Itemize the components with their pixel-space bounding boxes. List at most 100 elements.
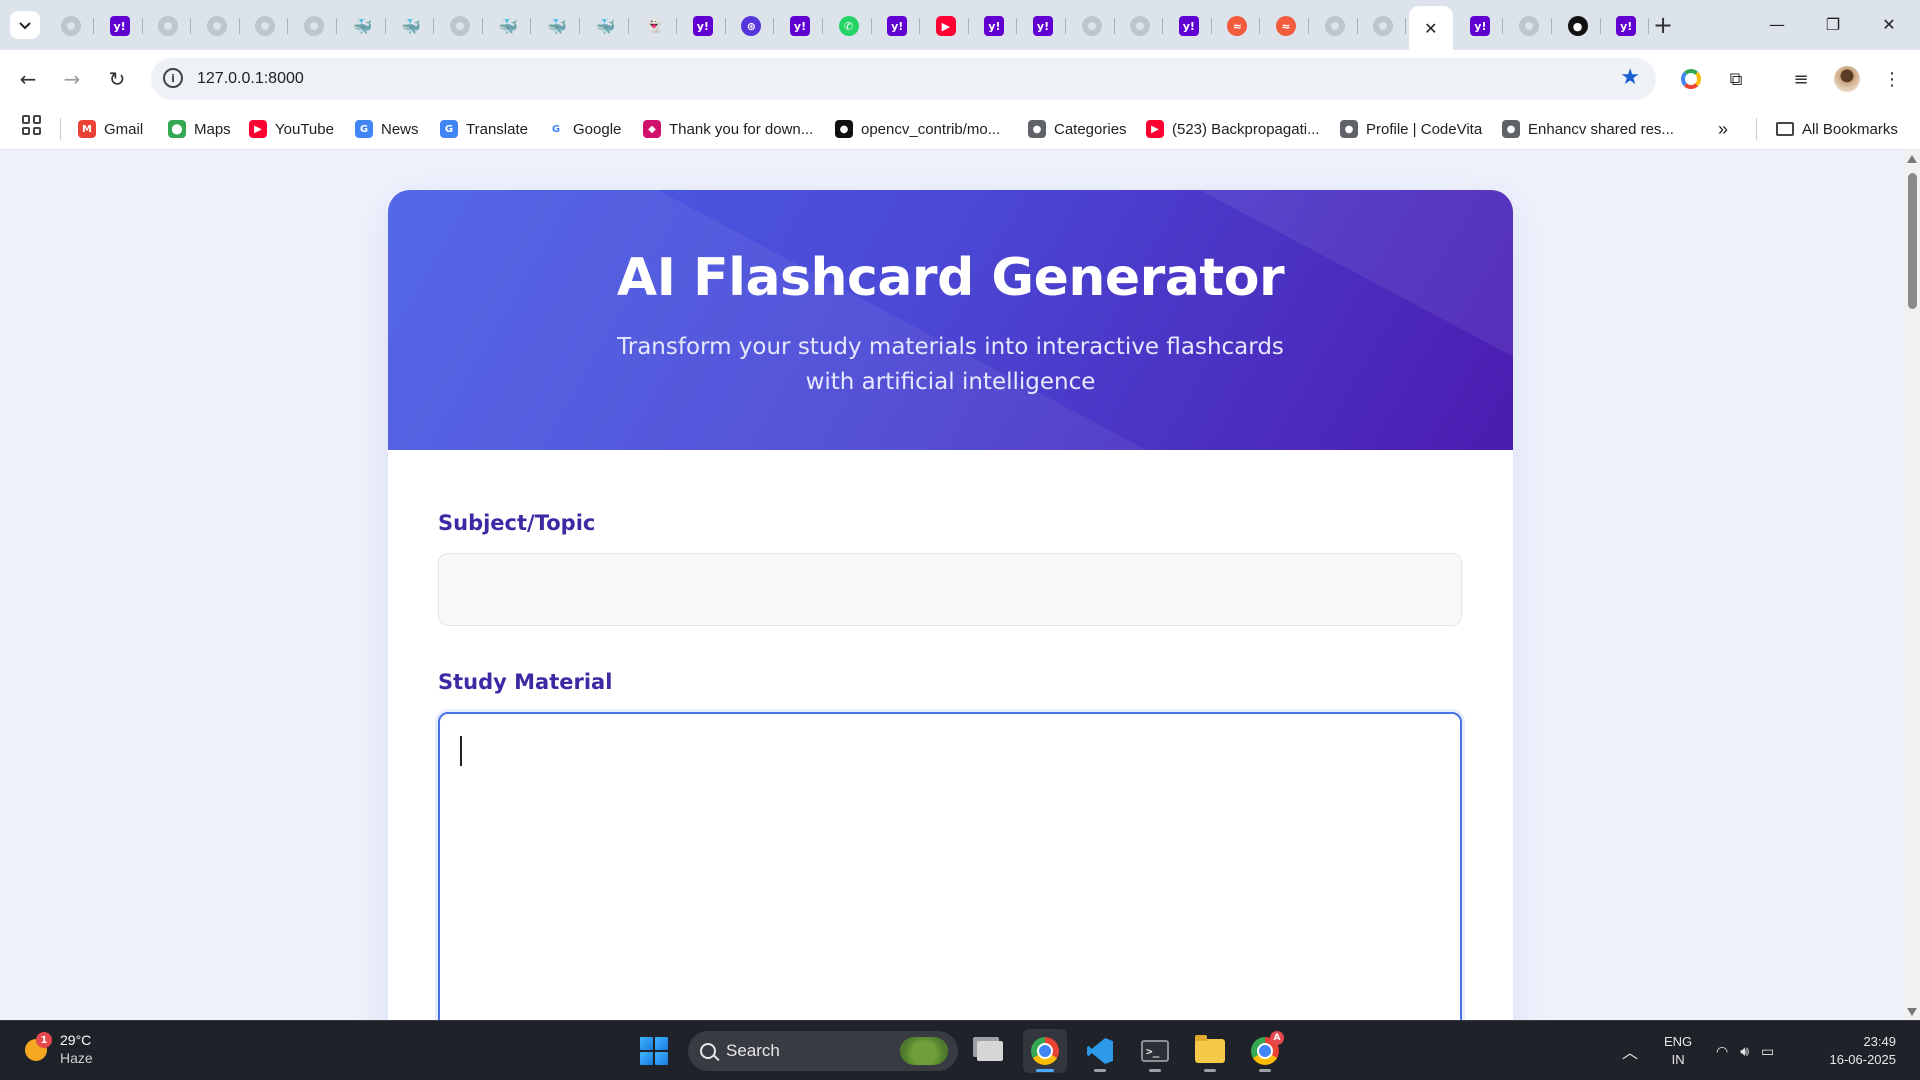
- tab-separator: [1065, 18, 1066, 34]
- tab-separator: [676, 18, 678, 34]
- new-tab-button[interactable]: +: [1650, 11, 1676, 39]
- globe-icon: ●: [1340, 120, 1358, 138]
- browser-tab[interactable]: [1506, 10, 1552, 42]
- browser-tab[interactable]: [194, 10, 240, 42]
- windows-taskbar: 1 29°C Haze Search >_ A ︿ ENG IN ◠ 🔊︎ ▭ …: [0, 1020, 1920, 1080]
- close-tab-icon[interactable]: ✕: [1421, 18, 1441, 38]
- scrollbar-thumb[interactable]: [1908, 173, 1917, 309]
- browser-tab[interactable]: 🐳: [388, 10, 435, 42]
- study-material-textarea[interactable]: [438, 712, 1462, 1020]
- language-indicator[interactable]: ENG IN: [1664, 1033, 1692, 1069]
- bookmark-star-icon[interactable]: ★: [1620, 65, 1640, 90]
- bookmark-item[interactable]: ● opencv_contrib/mo...: [835, 118, 1000, 140]
- taskbar-file-explorer[interactable]: [1188, 1029, 1232, 1073]
- browser-tab[interactable]: 🐳: [534, 10, 580, 42]
- browser-tab[interactable]: ✕: [1408, 6, 1453, 50]
- taskbar-search[interactable]: Search: [688, 1031, 958, 1071]
- scroll-up-arrow-icon[interactable]: [1907, 155, 1917, 163]
- bookmark-item[interactable]: ◆ Thank you for down...: [643, 118, 813, 140]
- media-controls-icon[interactable]: ≡: [1786, 64, 1816, 94]
- minimize-button[interactable]: —: [1754, 8, 1800, 40]
- apps-grid-icon[interactable]: [22, 115, 42, 135]
- browser-tab[interactable]: [1069, 10, 1115, 42]
- translate-icon: G: [440, 120, 458, 138]
- browser-tab[interactable]: 🐳: [340, 10, 386, 42]
- profile-avatar[interactable]: [1832, 64, 1862, 94]
- scroll-down-arrow-icon[interactable]: [1907, 1008, 1917, 1016]
- browser-tab[interactable]: y!: [1457, 10, 1504, 42]
- more-bookmarks-icon[interactable]: »: [1718, 118, 1728, 140]
- tray-overflow-icon[interactable]: ︿: [1622, 1021, 1638, 1080]
- bookmark-item[interactable]: G Google: [547, 118, 621, 140]
- bookmark-item[interactable]: ● Profile | CodeVita: [1340, 118, 1482, 140]
- bookmark-item[interactable]: G Translate: [440, 118, 528, 140]
- weather-widget[interactable]: 1 29°C Haze: [22, 1031, 93, 1067]
- browser-tab[interactable]: 🐳: [485, 10, 532, 42]
- extensions-puzzle-icon[interactable]: ⧉: [1721, 64, 1751, 94]
- browser-tab[interactable]: ●: [1555, 10, 1601, 42]
- tab-separator: [1502, 18, 1504, 34]
- browser-tab[interactable]: 👻: [631, 10, 678, 42]
- browser-tab[interactable]: [1312, 10, 1358, 42]
- clock[interactable]: 23:49 16-06-2025: [1812, 1033, 1897, 1069]
- reload-button[interactable]: ↻: [101, 63, 133, 95]
- menu-kebab-icon[interactable]: ⋮: [1877, 64, 1907, 94]
- wa-favicon-icon: ✆: [838, 16, 859, 36]
- page-scrollbar[interactable]: [1904, 151, 1920, 1020]
- browser-tab[interactable]: [1117, 10, 1164, 42]
- browser-tab[interactable]: y!: [874, 10, 921, 42]
- browser-tab[interactable]: y!: [971, 10, 1018, 42]
- page-viewport: AI Flashcard Generator Transform your st…: [0, 151, 1904, 1020]
- bookmark-item[interactable]: ▶ (523) Backpropagati...: [1146, 118, 1320, 140]
- url-text[interactable]: 127.0.0.1:8000: [197, 70, 304, 88]
- browser-tab[interactable]: [242, 10, 289, 42]
- close-window-button[interactable]: ✕: [1866, 8, 1912, 40]
- subject-input[interactable]: [438, 553, 1462, 626]
- weather-badge: 1: [36, 1032, 52, 1048]
- browser-tab[interactable]: y!: [777, 10, 823, 42]
- tab-search-button[interactable]: [10, 11, 40, 39]
- browser-tab[interactable]: y!: [97, 10, 143, 42]
- tab-separator: [530, 18, 532, 34]
- bookmark-label: News: [381, 120, 419, 138]
- browser-tab[interactable]: [1360, 10, 1407, 42]
- browser-tab[interactable]: ≈: [1214, 10, 1261, 42]
- bookmark-item[interactable]: G News: [355, 118, 419, 140]
- maps-icon: ⬤: [168, 120, 186, 138]
- tab-separator: [1016, 18, 1018, 34]
- forward-button[interactable]: →: [56, 63, 88, 95]
- bookmark-item[interactable]: ▶ YouTube: [249, 118, 334, 140]
- site-info-icon[interactable]: i: [163, 68, 183, 88]
- browser-tab[interactable]: [291, 10, 337, 42]
- taskbar-chrome[interactable]: [1023, 1029, 1067, 1073]
- browser-tab[interactable]: ✆: [826, 10, 872, 42]
- bookmark-item[interactable]: ● Enhancv shared res...: [1502, 118, 1674, 140]
- browser-tab[interactable]: y!: [1020, 10, 1066, 42]
- extension-ring-icon[interactable]: [1676, 64, 1706, 94]
- browser-tab[interactable]: [145, 10, 192, 42]
- browser-tab[interactable]: [48, 10, 94, 42]
- browser-tab[interactable]: ≈: [1263, 10, 1309, 42]
- all-bookmarks-button[interactable]: All Bookmarks: [1776, 118, 1898, 140]
- globe-favicon-icon: [206, 16, 227, 36]
- bookmark-item[interactable]: M Gmail: [78, 118, 143, 140]
- windows-start-icon[interactable]: [640, 1037, 668, 1065]
- browser-tab[interactable]: ⊛: [728, 10, 775, 42]
- bookmark-item[interactable]: ⬤ Maps: [168, 118, 231, 140]
- back-button[interactable]: ←: [12, 63, 44, 95]
- browser-tab[interactable]: y!: [1603, 10, 1650, 42]
- address-bar[interactable]: i 127.0.0.1:8000 ★: [151, 58, 1656, 100]
- task-view-button[interactable]: [968, 1029, 1012, 1073]
- browser-tab[interactable]: y!: [680, 10, 726, 42]
- taskbar-chrome-profile[interactable]: A: [1243, 1029, 1287, 1073]
- browser-tab[interactable]: [437, 10, 483, 42]
- system-tray[interactable]: ◠ 🔊︎ ▭: [1716, 1021, 1774, 1080]
- browser-tab[interactable]: 🐳: [583, 10, 629, 42]
- taskbar-vscode[interactable]: [1078, 1029, 1122, 1073]
- restore-button[interactable]: ❐: [1810, 8, 1856, 40]
- lang-code: ENG: [1664, 1034, 1693, 1049]
- browser-tab[interactable]: y!: [1166, 10, 1212, 42]
- browser-tab[interactable]: ▶: [923, 10, 969, 42]
- bookmark-item[interactable]: ● Categories: [1028, 118, 1127, 140]
- taskbar-terminal[interactable]: >_: [1133, 1029, 1177, 1073]
